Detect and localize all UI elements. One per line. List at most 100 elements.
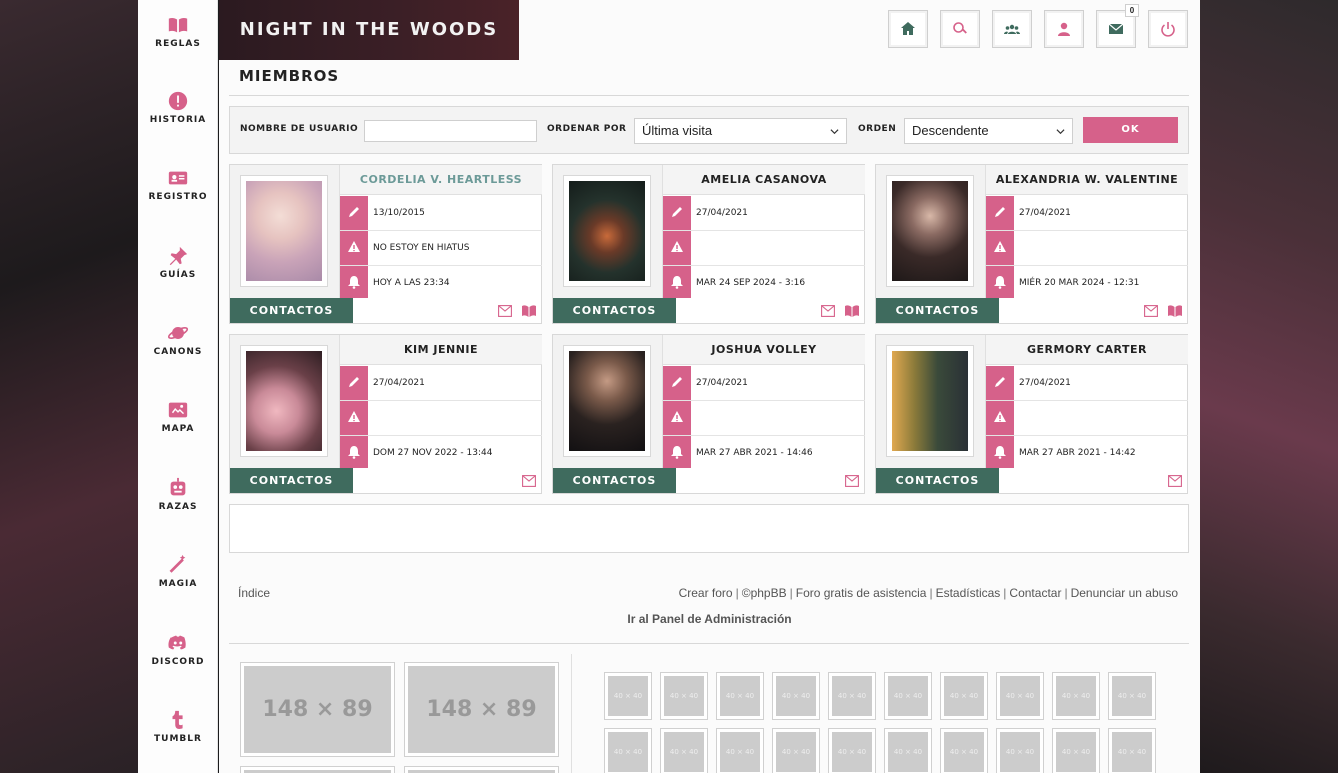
affiliate-thumbnail[interactable]: 40 × 40 xyxy=(884,728,932,773)
order-by-select[interactable]: Última visita xyxy=(634,118,847,144)
member-card: KIM JENNIE 27/04/2021 DOM 27 NOV 2022 - … xyxy=(229,334,542,494)
affiliate-thumbnail[interactable]: 40 × 40 xyxy=(940,728,988,773)
create-forum-link[interactable]: Crear foro xyxy=(679,586,733,600)
envelope-icon[interactable] xyxy=(498,305,512,317)
member-status-row xyxy=(340,401,542,436)
sidebar-item-historia[interactable]: HISTORIA xyxy=(138,90,218,150)
member-avatar[interactable] xyxy=(240,345,328,457)
brand-logo[interactable]: NIGHT IN THE WOODS xyxy=(219,0,519,60)
warning-icon xyxy=(348,241,360,252)
profile-button[interactable] xyxy=(1044,10,1084,48)
member-status-row xyxy=(663,401,865,436)
sidebar-item-tumblr[interactable]: TUMBLR xyxy=(138,709,218,769)
member-avatar[interactable] xyxy=(563,175,651,287)
open-book-icon[interactable] xyxy=(845,305,859,317)
username-input[interactable] xyxy=(364,120,537,142)
member-name[interactable]: CORDELIA V. HEARTLESS xyxy=(340,165,542,195)
sidebar-item-magia[interactable]: MAGIA xyxy=(138,554,218,614)
affiliate-thumbnail[interactable]: 40 × 40 xyxy=(772,728,820,773)
member-name[interactable]: GERMORY CARTER xyxy=(986,335,1188,365)
affiliate-banner[interactable] xyxy=(240,766,395,773)
envelope-icon[interactable] xyxy=(522,475,536,487)
sidebar-item-razas[interactable]: RAZAS xyxy=(138,477,218,537)
affiliate-thumbnail[interactable]: 40 × 40 xyxy=(1052,672,1100,720)
contacts-button[interactable]: CONTACTOS xyxy=(553,468,676,493)
member-last-visit-row: MIÉR 20 MAR 2024 - 12:31 xyxy=(986,266,1188,298)
contacts-button[interactable]: CONTACTOS xyxy=(230,298,353,323)
ok-button[interactable]: OK xyxy=(1083,117,1178,143)
sidebar-item-discord[interactable]: DISCORD xyxy=(138,632,218,692)
sidebar-item-label: REGISTRO xyxy=(148,192,208,202)
envelope-icon[interactable] xyxy=(821,305,835,317)
contact-link[interactable]: Contactar xyxy=(1009,586,1061,600)
envelope-icon[interactable] xyxy=(1144,305,1158,317)
affiliate-thumbnail[interactable]: 40 × 40 xyxy=(1108,672,1156,720)
affiliate-thumbnail[interactable]: 40 × 40 xyxy=(660,728,708,773)
report-abuse-link[interactable]: Denunciar un abuso xyxy=(1071,586,1178,600)
affiliate-thumbnail[interactable]: 40 × 40 xyxy=(884,672,932,720)
open-book-icon[interactable] xyxy=(1168,305,1182,317)
sidebar-item-label: REGLAS xyxy=(155,39,201,49)
order-select[interactable]: Descendente xyxy=(904,118,1073,144)
affiliate-banner[interactable] xyxy=(404,766,559,773)
contacts-button[interactable]: CONTACTOS xyxy=(876,468,999,493)
member-photo xyxy=(569,181,645,281)
member-last-visit: MAR 27 ABR 2021 - 14:42 xyxy=(1019,448,1136,458)
pencil-icon xyxy=(672,207,682,217)
robot-icon xyxy=(170,477,186,496)
affiliate-thumbnail[interactable]: 40 × 40 xyxy=(604,728,652,773)
statistics-link[interactable]: Estadísticas xyxy=(936,586,1001,600)
sidebar-item-canons[interactable]: CANONS xyxy=(138,322,218,382)
thumbnail-placeholder: 40 × 40 xyxy=(776,732,816,772)
separator: | xyxy=(929,586,933,600)
sidebar-item-mapa[interactable]: MAPA xyxy=(138,399,218,459)
affiliate-thumbnail[interactable]: 40 × 40 xyxy=(996,672,1044,720)
sidebar-item-label: MAGIA xyxy=(158,579,198,589)
admin-panel-link[interactable]: Ir al Panel de Administración xyxy=(219,612,1200,626)
contacts-button[interactable]: CONTACTOS xyxy=(230,468,353,493)
sidebar-item-registro[interactable]: REGISTRO xyxy=(138,167,218,227)
affiliate-thumbnail[interactable]: 40 × 40 xyxy=(772,672,820,720)
affiliate-thumbnail[interactable]: 40 × 40 xyxy=(940,672,988,720)
affiliate-thumbnail[interactable]: 40 × 40 xyxy=(1052,728,1100,773)
affiliate-banner[interactable]: 148 × 89 xyxy=(404,662,559,757)
member-name[interactable]: AMELIA CASANOVA xyxy=(663,165,865,195)
affiliate-thumbnail[interactable]: 40 × 40 xyxy=(716,728,764,773)
support-forum-link[interactable]: Foro gratis de asistencia xyxy=(796,586,927,600)
member-status-row xyxy=(986,231,1188,266)
affiliate-thumbnail[interactable]: 40 × 40 xyxy=(996,728,1044,773)
thumbnail-placeholder: 40 × 40 xyxy=(1112,676,1152,716)
sidebar-item-reglas[interactable]: REGLAS xyxy=(138,14,218,74)
affiliate-banner[interactable]: 148 × 89 xyxy=(240,662,395,757)
member-photo-frame xyxy=(876,335,986,468)
sidebar-item-guias[interactable]: GUÍAS xyxy=(138,245,218,305)
member-name[interactable]: ALEXANDRIA W. VALENTINE xyxy=(986,165,1188,195)
phpbb-link[interactable]: ©phpBB xyxy=(742,586,787,600)
member-avatar[interactable] xyxy=(240,175,328,287)
member-last-visit-row: MAR 24 SEP 2024 - 3:16 xyxy=(663,266,865,298)
affiliate-thumbnail[interactable]: 40 × 40 xyxy=(716,672,764,720)
member-avatar[interactable] xyxy=(886,345,974,457)
home-button[interactable] xyxy=(888,10,928,48)
envelope-icon[interactable] xyxy=(1168,475,1182,487)
affiliate-thumbnail[interactable]: 40 × 40 xyxy=(828,672,876,720)
member-name[interactable]: JOSHUA VOLLEY xyxy=(663,335,865,365)
contacts-button[interactable]: CONTACTOS xyxy=(876,298,999,323)
affiliate-thumbnail[interactable]: 40 × 40 xyxy=(828,728,876,773)
search-button[interactable] xyxy=(940,10,980,48)
logout-button[interactable] xyxy=(1148,10,1188,48)
icon-box xyxy=(986,266,1014,298)
affiliate-thumbnail[interactable]: 40 × 40 xyxy=(604,672,652,720)
affiliate-thumbnail[interactable]: 40 × 40 xyxy=(660,672,708,720)
member-avatar[interactable] xyxy=(886,175,974,287)
open-book-icon[interactable] xyxy=(522,305,536,317)
envelope-icon[interactable] xyxy=(845,475,859,487)
index-link[interactable]: Índice xyxy=(238,586,270,600)
affiliate-thumbnail[interactable]: 40 × 40 xyxy=(1108,728,1156,773)
member-name[interactable]: KIM JENNIE xyxy=(340,335,542,365)
pencil-icon xyxy=(995,377,1005,387)
discord-icon xyxy=(168,635,186,650)
member-avatar[interactable] xyxy=(563,345,651,457)
contacts-button[interactable]: CONTACTOS xyxy=(553,298,676,323)
members-button[interactable] xyxy=(992,10,1032,48)
